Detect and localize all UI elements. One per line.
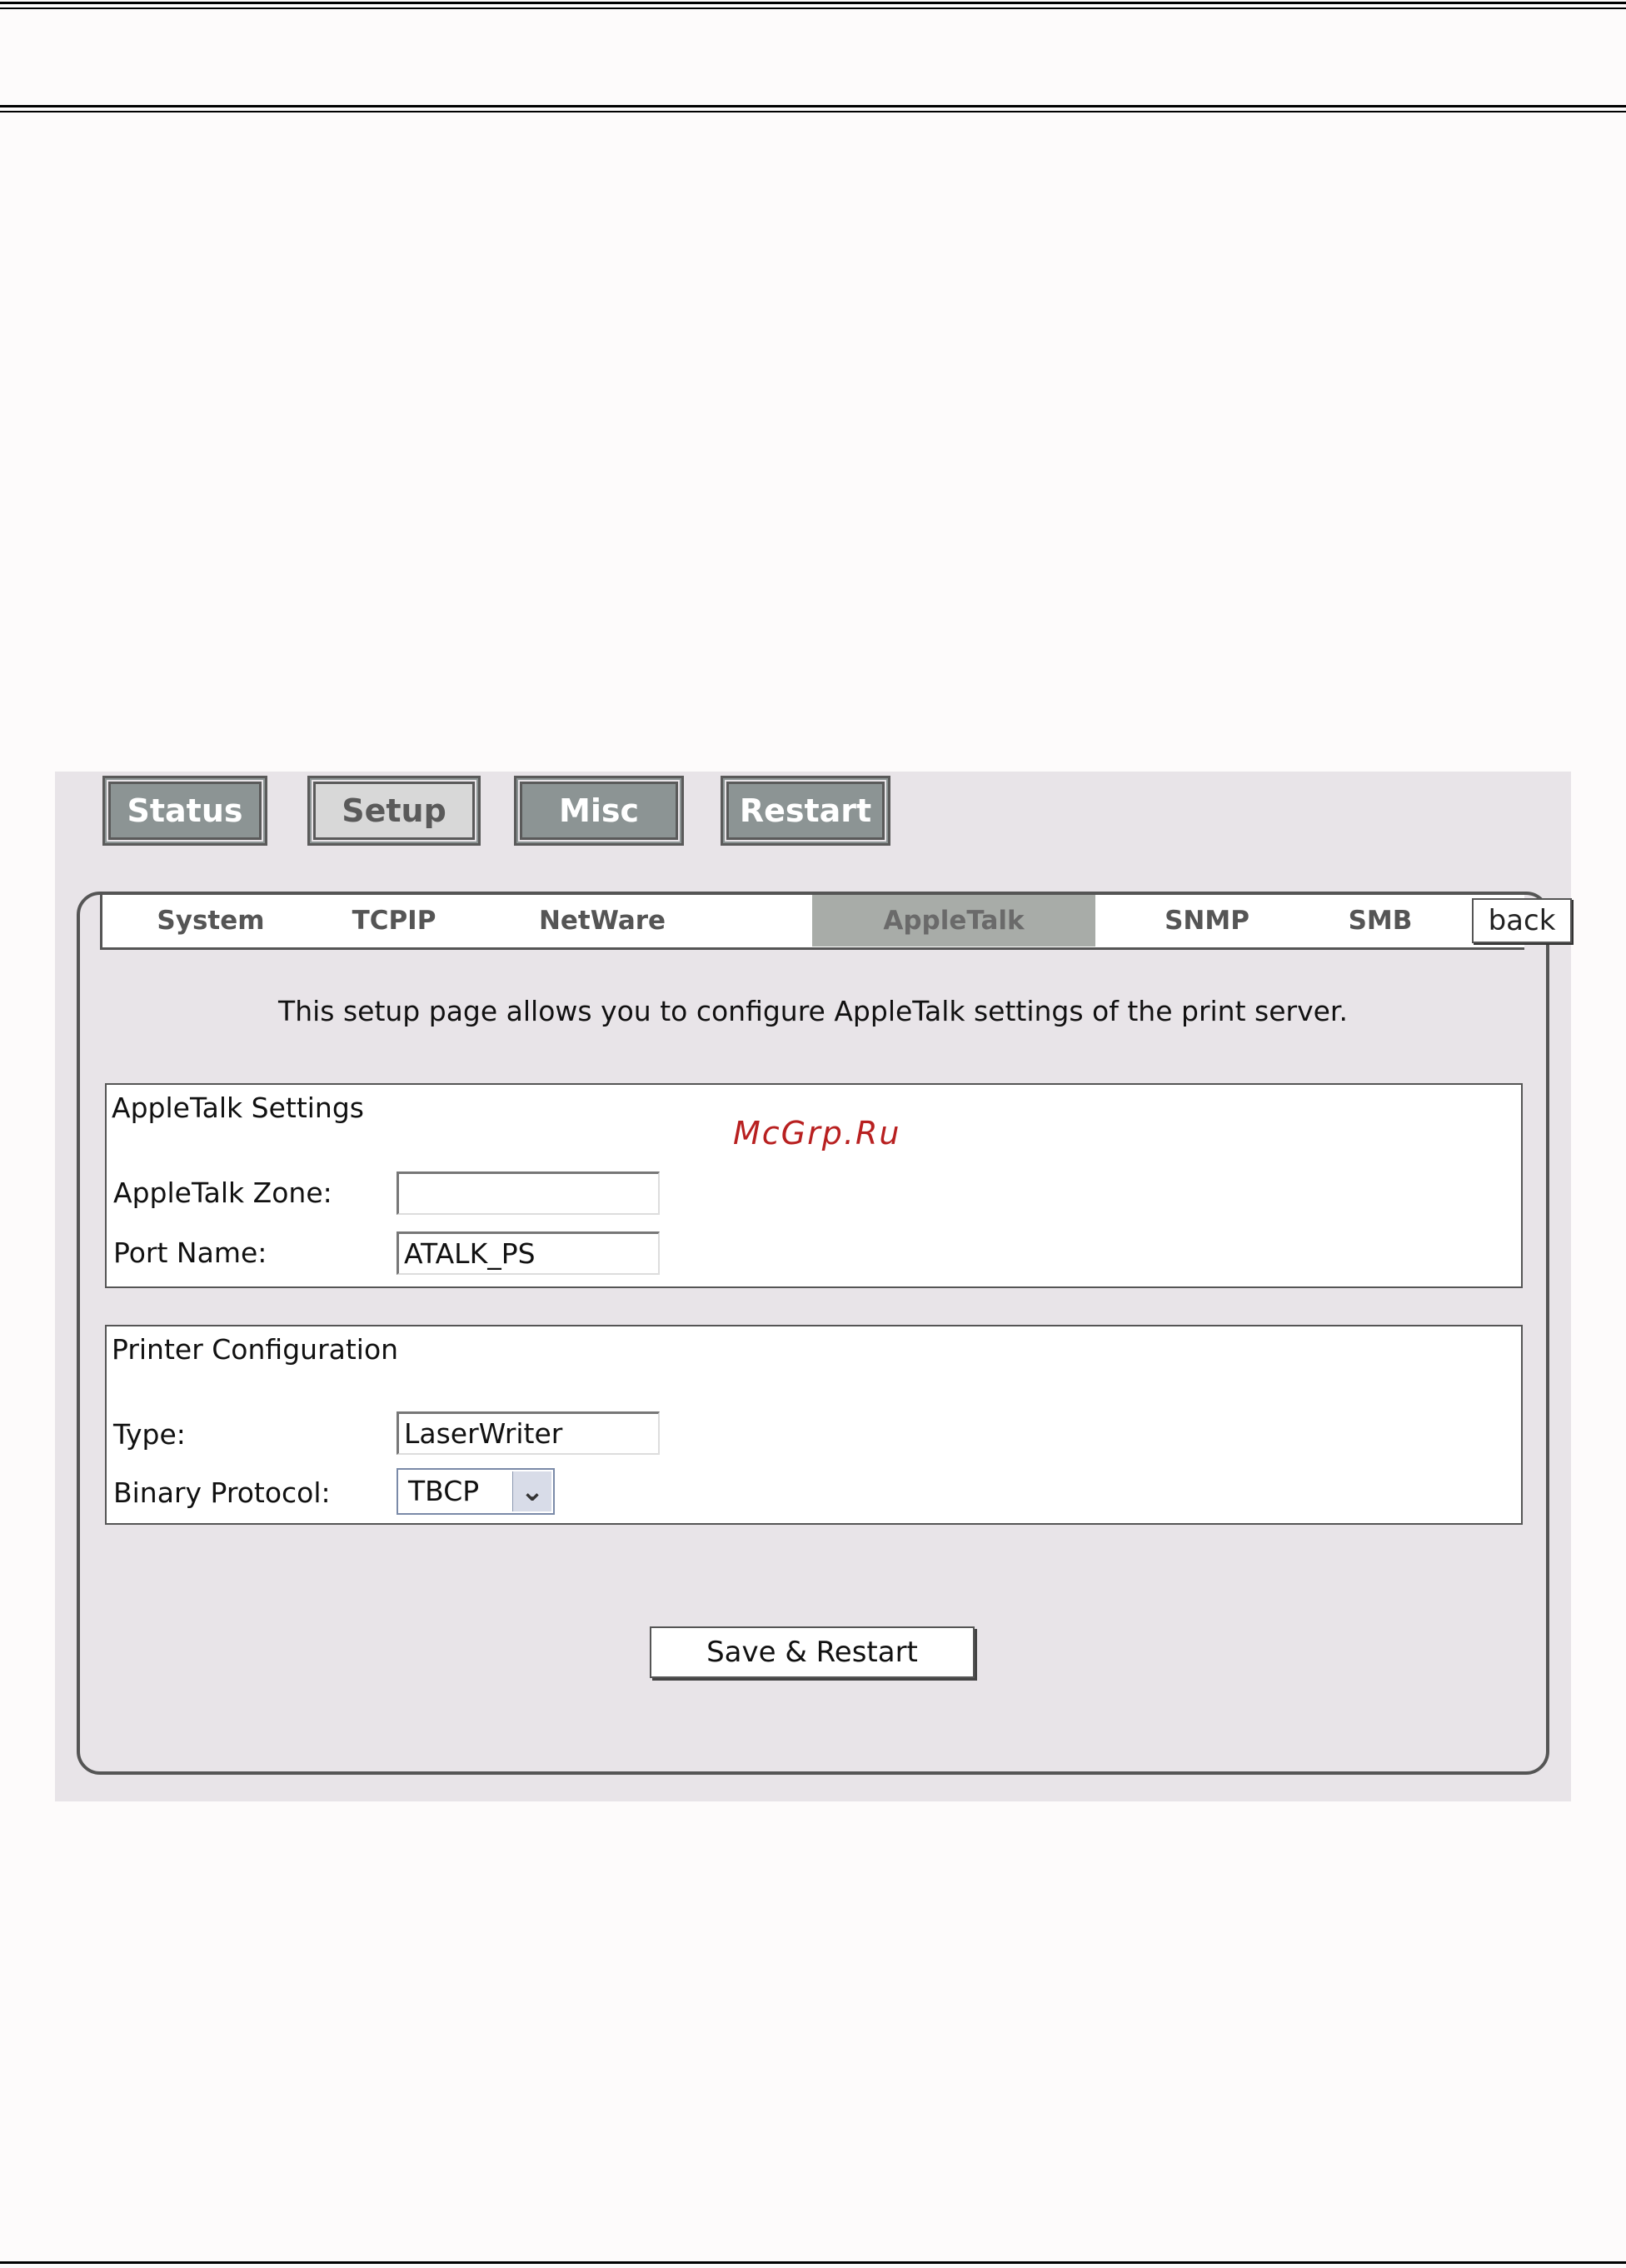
web-config-panel: Status Setup Misc Restart System TCPIP N… xyxy=(55,772,1572,1801)
setup-button[interactable]: Setup xyxy=(310,778,478,843)
tab-smb[interactable]: SMB xyxy=(1314,895,1447,947)
misc-button[interactable]: Misc xyxy=(516,778,681,843)
binary-protocol-label: Binary Protocol: xyxy=(113,1476,331,1509)
binary-protocol-select[interactable]: TBCP ⌄ xyxy=(397,1468,555,1515)
status-button[interactable]: Status xyxy=(105,778,265,843)
type-label: Type: xyxy=(113,1418,186,1451)
type-input[interactable]: LaserWriter xyxy=(397,1411,660,1455)
appletalk-settings-legend: AppleTalk Settings xyxy=(112,1092,364,1124)
binary-protocol-value: TBCP xyxy=(408,1475,480,1507)
tab-system[interactable]: System xyxy=(127,895,294,947)
appletalk-settings-group: AppleTalk Settings AppleTalk Zone: Port … xyxy=(105,1083,1523,1288)
printer-configuration-legend: Printer Configuration xyxy=(112,1333,399,1366)
sub-tab-bar: System TCPIP NetWare AppleTalk SNMP SMB … xyxy=(100,895,1572,950)
port-name-label: Port Name: xyxy=(113,1236,267,1269)
save-restart-button[interactable]: Save & Restart xyxy=(650,1626,975,1678)
tab-netware[interactable]: NetWare xyxy=(511,895,694,947)
tab-snmp[interactable]: SNMP xyxy=(1132,895,1282,947)
intro-text: This setup page allows you to configure … xyxy=(278,995,1348,1027)
tab-tcpip[interactable]: TCPIP xyxy=(319,895,469,947)
printer-configuration-group: Printer Configuration Type: LaserWriter … xyxy=(105,1325,1523,1525)
bottom-rule-1 xyxy=(0,2261,1626,2264)
appletalk-zone-label: AppleTalk Zone: xyxy=(113,1176,332,1209)
appletalk-zone-input[interactable] xyxy=(397,1171,660,1215)
watermark: McGrp.Ru xyxy=(733,1115,901,1151)
top-rule-2 xyxy=(0,7,1626,9)
back-button[interactable]: back xyxy=(1472,898,1572,943)
port-name-input[interactable]: ATALK_PS xyxy=(397,1231,660,1275)
top-rule-1 xyxy=(0,2,1626,4)
tab-appletalk[interactable]: AppleTalk xyxy=(812,895,1095,947)
chevron-down-icon[interactable]: ⌄ xyxy=(512,1471,551,1511)
header-rule-1 xyxy=(0,105,1626,107)
restart-button[interactable]: Restart xyxy=(723,778,888,843)
header-rule-2 xyxy=(0,111,1626,112)
